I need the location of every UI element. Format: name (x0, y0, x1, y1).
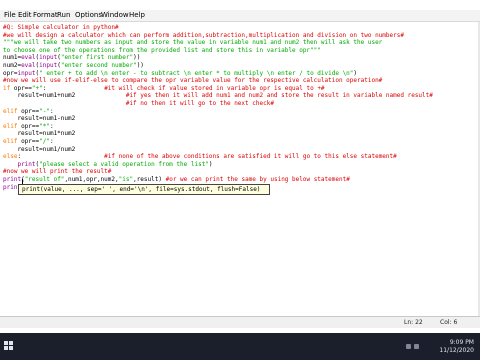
code-token-comment: #Q: Simple calculator in python# (3, 24, 119, 31)
taskbar: 9:09 PM 11/12/2020 (0, 333, 480, 360)
code-line: result=num1*num2 (3, 130, 75, 138)
code-token-plain: ,num1,opr,num2, (64, 176, 119, 183)
code-line: """we will take two numbers as input and… (3, 39, 382, 47)
code-line: elif opr=="*": (3, 123, 54, 131)
code-token-keyword: elif (3, 138, 18, 145)
code-line: print("result of",num1,opr,num2,"is",res… (3, 176, 350, 184)
code-token-string: to choose one of the operations from the… (3, 46, 321, 54)
tray-clock[interactable]: 9:09 PM 11/12/2020 (434, 339, 474, 355)
network-icon[interactable] (406, 344, 411, 349)
code-token-plain: opr== (17, 107, 40, 115)
system-tray: 9:09 PM 11/12/2020 (404, 339, 474, 355)
code-token-plain: opr= (3, 69, 18, 77)
code-token-string: " enter + to add \n enter - to subtract … (39, 69, 354, 77)
code-line: opr=input(" enter + to add \n enter - to… (3, 70, 357, 78)
code-token-comment: #it will check if value stored in variab… (104, 84, 325, 92)
status-column: Col: 6 (440, 319, 458, 326)
code-token-plain: : (49, 122, 54, 130)
code-token-keyword: elif (3, 122, 18, 130)
code-token-string: "enter first number" (60, 54, 134, 62)
code-token-plain: ,result) (133, 176, 166, 183)
code-token-plain: result=num1/num2 (3, 145, 76, 153)
code-token-plain: ) (208, 160, 213, 168)
code-line: #we will design a calculator which can p… (3, 32, 404, 40)
menu-format[interactable]: Format (33, 10, 58, 21)
menu-file[interactable]: File (4, 10, 16, 21)
code-line: #now we will print the result# (3, 168, 111, 176)
menu-run[interactable]: Run (57, 10, 70, 21)
code-token-comment: #if no then it will go to the next check… (125, 100, 274, 107)
code-token-plain: )) (133, 54, 141, 62)
code-token-builtin: input (39, 62, 58, 69)
status-bar: Ln: 22 Col: 6 (0, 316, 480, 328)
code-line: else: #if none of the above conditions a… (3, 153, 397, 161)
menu-bar: File Edit Format Run Options Window Help (0, 10, 480, 22)
code-token-comment: #if yes then it will add num1 and num2 a… (125, 92, 433, 100)
code-token-keyword: else (3, 153, 18, 161)
code-line: elif opr=="/": (3, 138, 54, 146)
volume-icon[interactable] (414, 344, 419, 349)
code-token-string: "result of" (24, 176, 65, 183)
code-token-plain: : (49, 107, 54, 115)
clock-date: 11/12/2020 (439, 347, 474, 354)
code-token-comment: #if none of the above conditions are sat… (104, 153, 397, 161)
code-line: #if no then it will go to the next check… (3, 100, 274, 108)
code-token-string: "/" (39, 138, 50, 145)
code-line: to choose one of the operations from the… (3, 47, 321, 55)
code-token-keyword: elif (3, 107, 18, 115)
menu-help[interactable]: Help (129, 10, 145, 21)
menu-edit[interactable]: Edit (18, 10, 32, 21)
code-token-builtin: input (17, 69, 36, 77)
menu-options[interactable]: Options (75, 10, 102, 21)
idle-window: File Edit Format Run Options Window Help #Q: S… (0, 0, 480, 360)
code-token-string: "*" (39, 122, 50, 130)
calltip-tooltip: print(value, ..., sep=' ', end='\n', fil… (18, 184, 270, 195)
code-token-comment: #or we can print the same by using below… (165, 176, 350, 183)
code-token-plain: num2= (3, 62, 22, 69)
code-token-builtin: input (39, 54, 58, 62)
code-token-plain: opr== (10, 84, 32, 92)
code-token-builtin: print (3, 176, 22, 183)
code-line: #Q: Simple calculator in python# (3, 24, 119, 32)
code-line: print("please select a valid operation f… (3, 160, 213, 169)
code-token-builtin: eval (21, 54, 36, 62)
code-token-plain: ) (353, 69, 358, 77)
code-token-string: "enter second number" (60, 62, 137, 69)
code-line: if opr=="+": #it will check if value sto… (3, 85, 325, 93)
code-token-plain: result=num1-num2 (3, 115, 76, 123)
code-token-string: "is" (118, 176, 134, 183)
code-line: num1=eval(input("enter first number")) (3, 54, 140, 62)
code-line: elif opr=="-": (3, 108, 54, 116)
code-token-builtin: print (17, 160, 36, 168)
code-line: result=num1/num2 (3, 146, 75, 154)
code-token-plain: )) (136, 62, 144, 69)
code-token-plain: : (17, 153, 105, 161)
code-token-comment: #now we will use if-elif-else to compare… (3, 77, 383, 85)
code-token-plain: opr== (17, 122, 40, 130)
code-line: #now we will use if-elif-else to compare… (3, 77, 382, 85)
code-token-plain: opr== (17, 138, 40, 145)
code-editor[interactable]: #Q: Simple calculator in python# #we will… (0, 22, 478, 316)
code-token-plain: result=num1*num2 (3, 130, 76, 138)
clock-time: 9:09 PM (449, 339, 474, 346)
code-token-string: "+" (31, 84, 43, 92)
code-token-comment: #now we will print the result# (3, 168, 112, 176)
code-token-plain: : (49, 138, 54, 145)
code-line: result=num1-num2 (3, 115, 75, 123)
menu-window[interactable]: Window (101, 10, 129, 21)
code-token-plain: : (42, 84, 105, 92)
status-line: Ln: 22 (404, 319, 423, 326)
code-token-comment: #we will design a calculator which can p… (3, 31, 404, 39)
windows-start-icon[interactable] (4, 341, 14, 351)
code-token-string: "-" (39, 107, 50, 115)
code-token-plain: num1= (3, 54, 22, 62)
code-token-string: """we will take two numbers as input and… (3, 39, 383, 47)
code-line: num2=eval(input("enter second number")) (3, 62, 144, 70)
code-token-string: "please select a valid operation from th… (39, 160, 209, 168)
code-line: result=num1+num2 #if yes then it will ad… (3, 92, 433, 100)
code-token-plain: result=num1+num2 (3, 92, 126, 100)
code-token-builtin: eval (21, 62, 36, 69)
